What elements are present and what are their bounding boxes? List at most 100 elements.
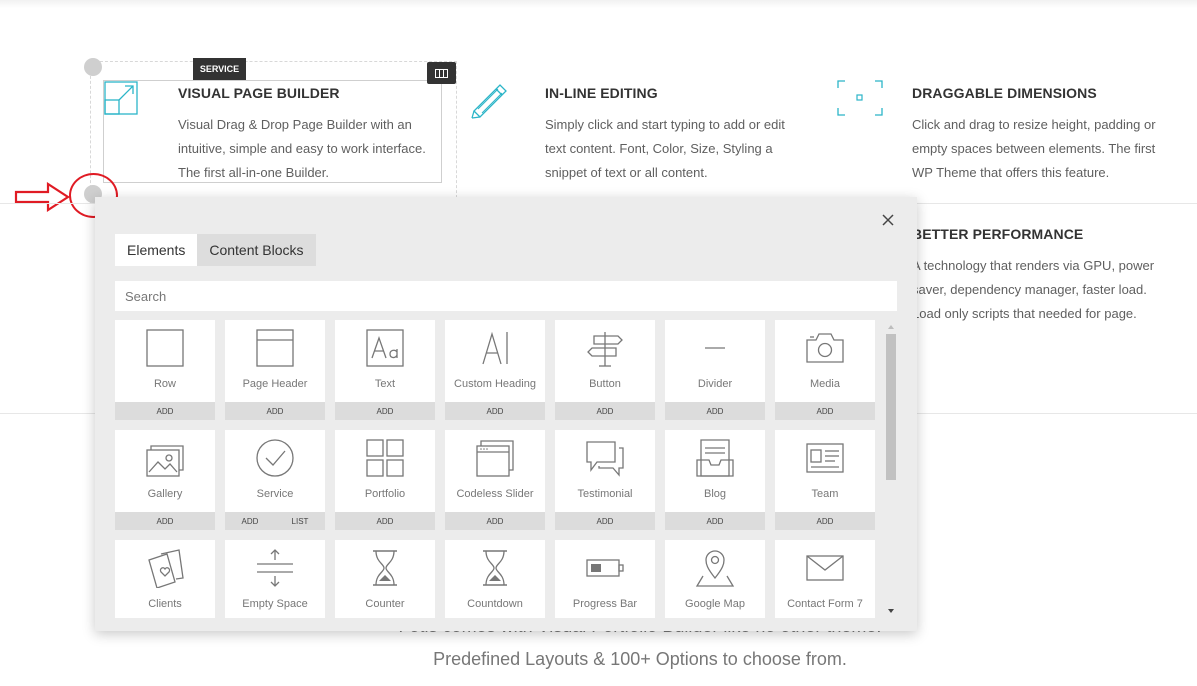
check-circle-icon (255, 438, 295, 478)
tab-elements[interactable]: Elements (115, 234, 198, 266)
element-label: Text (374, 378, 396, 390)
columns-icon[interactable] (427, 62, 456, 84)
page-header-icon (255, 328, 295, 368)
add-button[interactable]: ADD (597, 517, 614, 526)
element-label: Service (256, 488, 294, 500)
element-card-testimonial[interactable]: Testimonial ADD (555, 430, 655, 530)
add-button[interactable]: ADD (817, 407, 834, 416)
feature-body: Click and drag to resize height, padding… (912, 117, 1156, 180)
section-divider (0, 203, 95, 204)
element-card-codeless-slider[interactable]: Codeless Slider ADD (445, 430, 545, 530)
service-tag[interactable]: SERVICE (193, 58, 246, 80)
scrollbar[interactable] (885, 322, 897, 616)
element-label: Contact Form 7 (787, 598, 863, 610)
element-actions: ADD (225, 402, 325, 420)
element-card-google-map[interactable]: Google Map (665, 540, 765, 618)
add-element-modal: Elements Content Blocks RowADDPage Heade… (95, 197, 917, 631)
element-card-counter[interactable]: Counter (335, 540, 435, 618)
portfolio-grid-icon (365, 438, 405, 478)
add-button[interactable]: ADD (487, 407, 504, 416)
inbox-icon (695, 438, 735, 478)
element-card-progress-bar[interactable]: Progress Bar (555, 540, 655, 618)
add-button[interactable]: ADD (157, 517, 174, 526)
hourglass-icon (475, 548, 515, 588)
slider-icon (475, 438, 515, 478)
element-label: Codeless Slider (456, 488, 534, 500)
feature-title: DRAGGABLE DIMENSIONS (912, 85, 1097, 101)
feature-title: IN-LINE EDITING (545, 85, 658, 101)
drag-handle-top[interactable] (84, 58, 102, 76)
map-pin-icon (695, 548, 735, 588)
element-label: Custom Heading (454, 378, 536, 390)
element-label: Divider (697, 378, 733, 390)
add-button[interactable]: ADD (377, 407, 394, 416)
element-label: Empty Space (242, 598, 308, 610)
element-actions: ADD (115, 512, 215, 530)
tab-content-blocks[interactable]: Content Blocks (197, 234, 316, 266)
element-card-service[interactable]: Service ADD LIST (225, 430, 325, 530)
element-actions: ADD (335, 402, 435, 420)
add-button[interactable]: ADD (267, 407, 284, 416)
element-label: Progress Bar (572, 598, 638, 610)
selected-element-box[interactable] (103, 80, 442, 183)
element-card-gallery[interactable]: Gallery ADD (115, 430, 215, 530)
add-button[interactable]: ADD (487, 517, 504, 526)
add-button[interactable]: ADD (817, 517, 834, 526)
add-button[interactable]: ADD (242, 517, 259, 526)
element-label: Testimonial (577, 488, 633, 500)
element-card-media[interactable]: Media ADD (775, 320, 875, 420)
element-card-row[interactable]: Row ADD (115, 320, 215, 420)
element-card-contact-form-7[interactable]: Contact Form 7 (775, 540, 875, 618)
element-label: Blog (703, 488, 727, 500)
signpost-icon (585, 328, 625, 368)
element-label: Row (153, 378, 176, 390)
element-label: Counter (365, 598, 405, 610)
element-card-text[interactable]: Text ADD (335, 320, 435, 420)
feature-body: Simply click and start typing to add or … (545, 117, 785, 180)
add-button[interactable]: ADD (157, 407, 174, 416)
element-card-portfolio[interactable]: Portfolio ADD (335, 430, 435, 530)
element-card-custom-heading[interactable]: Custom Heading ADD (445, 320, 545, 420)
row-icon (145, 328, 185, 368)
close-icon[interactable] (881, 213, 895, 227)
battery-icon (585, 548, 625, 588)
element-card-team[interactable]: Team ADD (775, 430, 875, 530)
element-label: Button (589, 378, 621, 390)
element-actions: ADD (555, 512, 655, 530)
search-input[interactable] (115, 281, 897, 311)
element-card-blog[interactable]: Blog ADD (665, 430, 765, 530)
element-label: Team (811, 488, 839, 500)
add-button[interactable]: ADD (377, 517, 394, 526)
element-card-empty-space[interactable]: Empty Space (225, 540, 325, 618)
heading-icon (475, 328, 515, 368)
element-actions: ADD (445, 402, 545, 420)
section-divider (917, 203, 1197, 204)
element-card-countdown[interactable]: Countdown (445, 540, 545, 618)
envelope-icon (805, 548, 845, 588)
element-actions: ADD (665, 402, 765, 420)
element-card-divider[interactable]: Divider ADD (665, 320, 765, 420)
element-card-page-header[interactable]: Page Header ADD (225, 320, 325, 420)
add-button[interactable]: ADD (597, 407, 614, 416)
scrollbar-thumb[interactable] (886, 334, 896, 480)
top-shadow (0, 0, 1197, 8)
element-actions: ADD (775, 402, 875, 420)
element-actions: ADD LIST (225, 512, 325, 530)
add-button[interactable]: ADD (707, 517, 724, 526)
element-card-button[interactable]: Button ADD (555, 320, 655, 420)
element-label: Countdown (467, 598, 523, 610)
elements-grid: Row ADD Page Header ADD Text ADD Custom Headin… (115, 320, 877, 618)
element-actions: ADD (665, 512, 765, 530)
section-divider (0, 413, 95, 414)
scroll-up-icon[interactable] (885, 322, 897, 332)
pencil-icon (470, 80, 510, 120)
vertical-space-icon (255, 548, 295, 588)
element-label: Portfolio (364, 488, 406, 500)
list-button[interactable]: LIST (292, 517, 309, 526)
add-button[interactable]: ADD (707, 407, 724, 416)
scroll-down-icon[interactable] (885, 606, 897, 616)
section-divider (917, 413, 1197, 414)
element-card-clients[interactable]: Clients (115, 540, 215, 618)
hourglass-icon (365, 548, 405, 588)
intro-text-line2: Predefined Layouts & 100+ Options to cho… (433, 649, 847, 669)
